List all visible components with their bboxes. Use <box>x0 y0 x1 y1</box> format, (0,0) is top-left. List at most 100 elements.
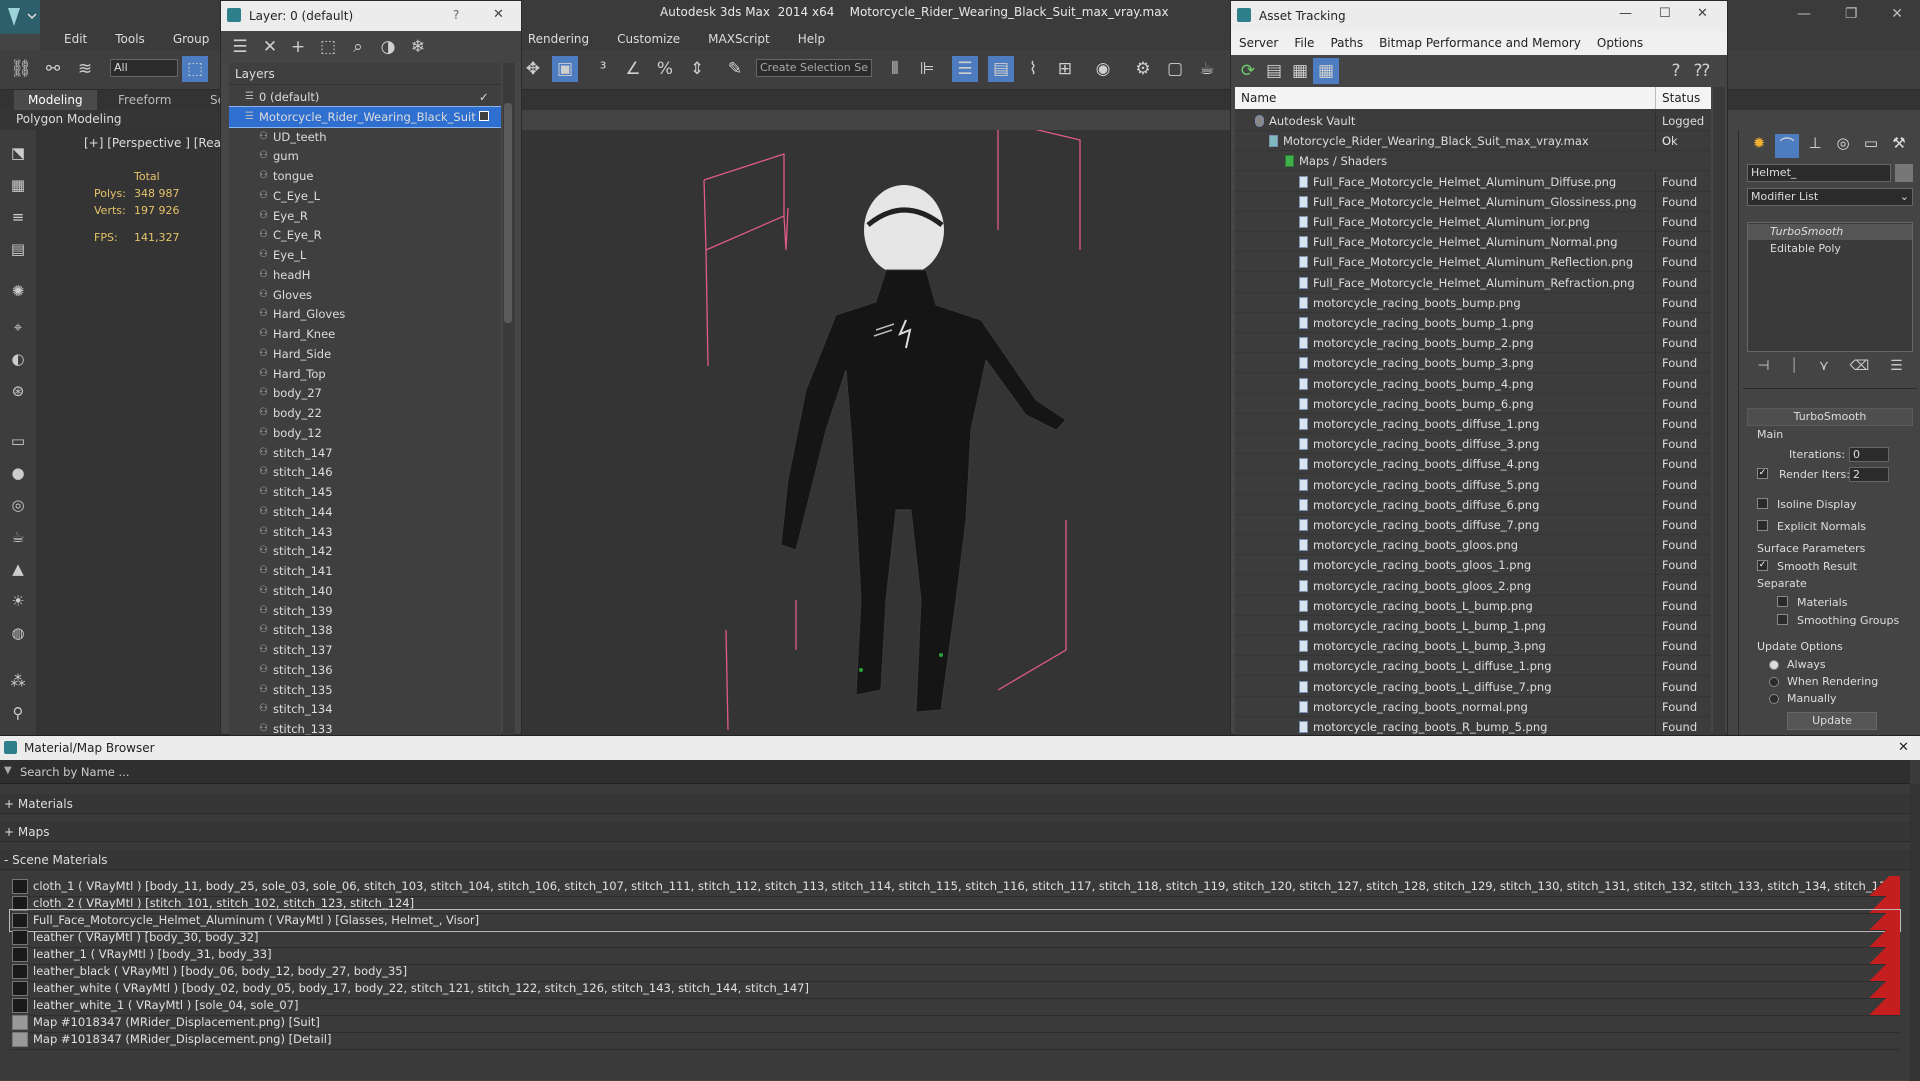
asset-row[interactable]: motorcycle_racing_boots_bump_2.png Found <box>1235 333 1711 354</box>
layer-row[interactable]: ⚇ C_Eye_R <box>229 225 501 245</box>
always-radio[interactable] <box>1769 660 1779 670</box>
spinner-snap-icon[interactable]: ⇕ <box>684 56 710 82</box>
asset-row[interactable]: Full_Face_Motorcycle_Helmet_Aluminum_Dif… <box>1235 171 1711 192</box>
tab-modeling[interactable]: Modeling <box>14 90 97 110</box>
help-icon[interactable]: ? <box>453 8 459 22</box>
sphere-icon[interactable]: ● <box>6 462 30 484</box>
layer-row[interactable]: ⚇ stitch_136 <box>229 660 501 680</box>
asset-menu-bitmap[interactable]: Bitmap Performance and Memory <box>1371 31 1589 55</box>
layer-row[interactable]: ⚇ Hard_Side <box>229 344 501 364</box>
asset-row[interactable]: motorcycle_racing_boots_diffuse_7.png Fou… <box>1235 515 1711 535</box>
asset-menu-file[interactable]: File <box>1286 31 1322 55</box>
asset-row[interactable]: motorcycle_racing_boots_diffuse_3.png Fou… <box>1235 434 1711 455</box>
modifier-list-dropdown[interactable]: Modifier List ⌄ <box>1747 188 1913 206</box>
freeze-all-icon[interactable]: ❄ <box>405 34 431 60</box>
layer-row[interactable]: ⚇ body_27 <box>229 383 501 403</box>
select-tool-icon[interactable]: ⬔ <box>6 142 30 164</box>
asset-row[interactable]: motorcycle_racing_boots_bump_6.png Found <box>1235 393 1711 414</box>
menu-rendering[interactable]: Rendering <box>514 28 603 50</box>
material-browser-titlebar[interactable]: Material/Map Browser ✕ <box>0 736 1920 760</box>
motion-tab-icon[interactable]: ◎ <box>1831 134 1855 158</box>
hide-all-icon[interactable]: ◑ <box>375 34 401 60</box>
asset-row[interactable]: Autodesk Vault Logged O <box>1235 111 1711 151</box>
layer-row[interactable]: ☰ Motorcycle_Rider_Wearing_Black_Suit <box>229 105 501 128</box>
modify-tab-icon[interactable]: ⌒ <box>1775 134 1799 158</box>
layer-row[interactable]: ⚇ stitch_143 <box>229 522 501 542</box>
create-tab-icon[interactable]: ✹ <box>1747 134 1771 158</box>
particles-icon[interactable]: ⁂ <box>6 670 30 692</box>
chevron-down-icon[interactable]: ▼ <box>4 765 12 776</box>
spacewarp-icon[interactable]: ⊛ <box>6 380 30 402</box>
asset-dialog-titlebar[interactable]: Asset Tracking — ☐ ✕ <box>1231 1 1727 31</box>
asset-row[interactable]: Full_Face_Motorcycle_Helmet_Aluminum_ior… <box>1235 212 1711 232</box>
layer-row[interactable]: ⚇ stitch_139 <box>229 601 501 621</box>
utilities-tab-icon[interactable]: ⚒ <box>1887 134 1911 158</box>
section-scene-materials[interactable]: - Scene Materials <box>0 850 1910 870</box>
layer-row[interactable]: ⚇ stitch_140 <box>229 581 501 601</box>
bind-spacewarp-icon[interactable]: ≋ <box>72 56 98 82</box>
close-icon[interactable]: ✕ <box>1697 6 1708 21</box>
curve-editor-icon[interactable]: ⌇ <box>1020 56 1046 82</box>
asset-row[interactable]: motorcycle_racing_boots_L_bump.png Found <box>1235 595 1711 616</box>
remove-modifier-icon[interactable]: ⌫ <box>1850 358 1870 380</box>
layer-row[interactable]: ⚇ Hard_Top <box>229 364 501 384</box>
layer-row[interactable]: ⚇ headH <box>229 265 501 285</box>
object-name-field[interactable]: Helmet_ <box>1747 164 1891 182</box>
edit-named-sets-icon[interactable]: ✎ <box>722 56 748 82</box>
layer-row[interactable]: ⚇ Hard_Knee <box>229 324 501 344</box>
smooth-result-checkbox[interactable]: ✓ <box>1757 560 1768 571</box>
display-tab-icon[interactable]: ▭ <box>1859 134 1883 158</box>
layer-row[interactable]: ⚇ stitch_141 <box>229 561 501 581</box>
iterations-spinner[interactable]: 0 <box>1849 447 1889 462</box>
asset-row[interactable]: Motorcycle_Rider_Wearing_Black_Suit_max_… <box>1235 131 1711 152</box>
add-to-layer-icon[interactable]: + <box>285 34 311 60</box>
close-icon[interactable]: ✕ <box>1891 6 1903 22</box>
layer-row[interactable]: ⚇ Hard_Gloves <box>229 304 501 324</box>
app-logo-icon[interactable] <box>0 0 40 34</box>
layer-row[interactable]: ⚇ stitch_142 <box>229 541 501 561</box>
asset-menu-options[interactable]: Options <box>1589 31 1651 55</box>
section-materials[interactable]: + Materials <box>0 794 1910 814</box>
unlink-icon[interactable]: ⚯ <box>40 56 66 82</box>
asset-row[interactable]: motorcycle_racing_boots_gloos.png Found <box>1235 535 1711 556</box>
refresh-icon[interactable]: ⟳ <box>1235 58 1261 84</box>
when-rendering-radio[interactable] <box>1769 677 1779 687</box>
asset-menu-paths[interactable]: Paths <box>1322 31 1371 55</box>
layer-row[interactable]: ⚇ Gloves <box>229 285 501 305</box>
asset-row[interactable]: Full_Face_Motorcycle_Helmet_Aluminum_Nor… <box>1235 232 1711 253</box>
menu-edit[interactable]: Edit <box>50 28 101 50</box>
camera-icon[interactable]: ⌖ <box>6 316 30 338</box>
column-status[interactable]: Status <box>1655 87 1700 109</box>
layer-row[interactable]: ⚇ tongue <box>229 166 501 186</box>
polygon-modeling-panel[interactable]: Polygon Modeling <box>16 112 122 126</box>
asset-row[interactable]: motorcycle_racing_boots_gloos_2.png Found <box>1235 575 1711 596</box>
column-name[interactable]: Name <box>1241 91 1276 105</box>
delete-layer-icon[interactable]: ✕ <box>257 34 283 60</box>
align-icon[interactable]: ⊫ <box>914 56 940 82</box>
rendered-frame-icon[interactable]: ▢ <box>1162 56 1188 82</box>
schematic-view-icon[interactable]: ⊞ <box>1052 56 1078 82</box>
layer-row[interactable]: ⚇ Eye_R <box>229 206 501 226</box>
turbosmooth-rollout-header[interactable]: TurboSmooth <box>1747 408 1913 426</box>
layer-row[interactable]: ⚇ stitch_138 <box>229 620 501 640</box>
render-iters-spinner[interactable]: 2 <box>1849 467 1889 482</box>
menu-tools[interactable]: Tools <box>101 28 159 50</box>
helper-icon[interactable]: ◐ <box>6 348 30 370</box>
asset-row[interactable]: motorcycle_racing_boots_normal.png Found <box>1235 696 1711 717</box>
close-icon[interactable]: ✕ <box>1898 740 1909 755</box>
layer-row[interactable]: ⚇ stitch_137 <box>229 640 501 660</box>
tab-freeform[interactable]: Freeform <box>104 90 185 110</box>
ribbon-toggle-icon[interactable]: ▤ <box>988 56 1014 82</box>
maximize-icon[interactable]: ☐ <box>1659 6 1671 21</box>
stack-item-turbosmooth[interactable]: TurboSmooth <box>1748 224 1912 240</box>
render-setup-icon[interactable]: ⚙ <box>1130 56 1156 82</box>
asset-row[interactable]: motorcycle_racing_boots_diffuse_1.png Fou… <box>1235 414 1711 434</box>
help-icon[interactable]: ? <box>1663 58 1689 84</box>
layer-dialog-titlebar[interactable]: Layer: 0 (default) ? ✕ <box>221 1 521 31</box>
thumbnail-view-icon[interactable]: ▦ <box>1287 58 1313 84</box>
section-maps[interactable]: + Maps <box>0 822 1910 842</box>
layer-row[interactable]: ⚇ gum <box>229 146 501 166</box>
menu-help[interactable]: Help <box>784 28 839 50</box>
asset-row[interactable]: motorcycle_racing_boots_L_diffuse_7.png F… <box>1235 676 1711 697</box>
make-unique-icon[interactable]: ⋎ <box>1819 358 1829 380</box>
